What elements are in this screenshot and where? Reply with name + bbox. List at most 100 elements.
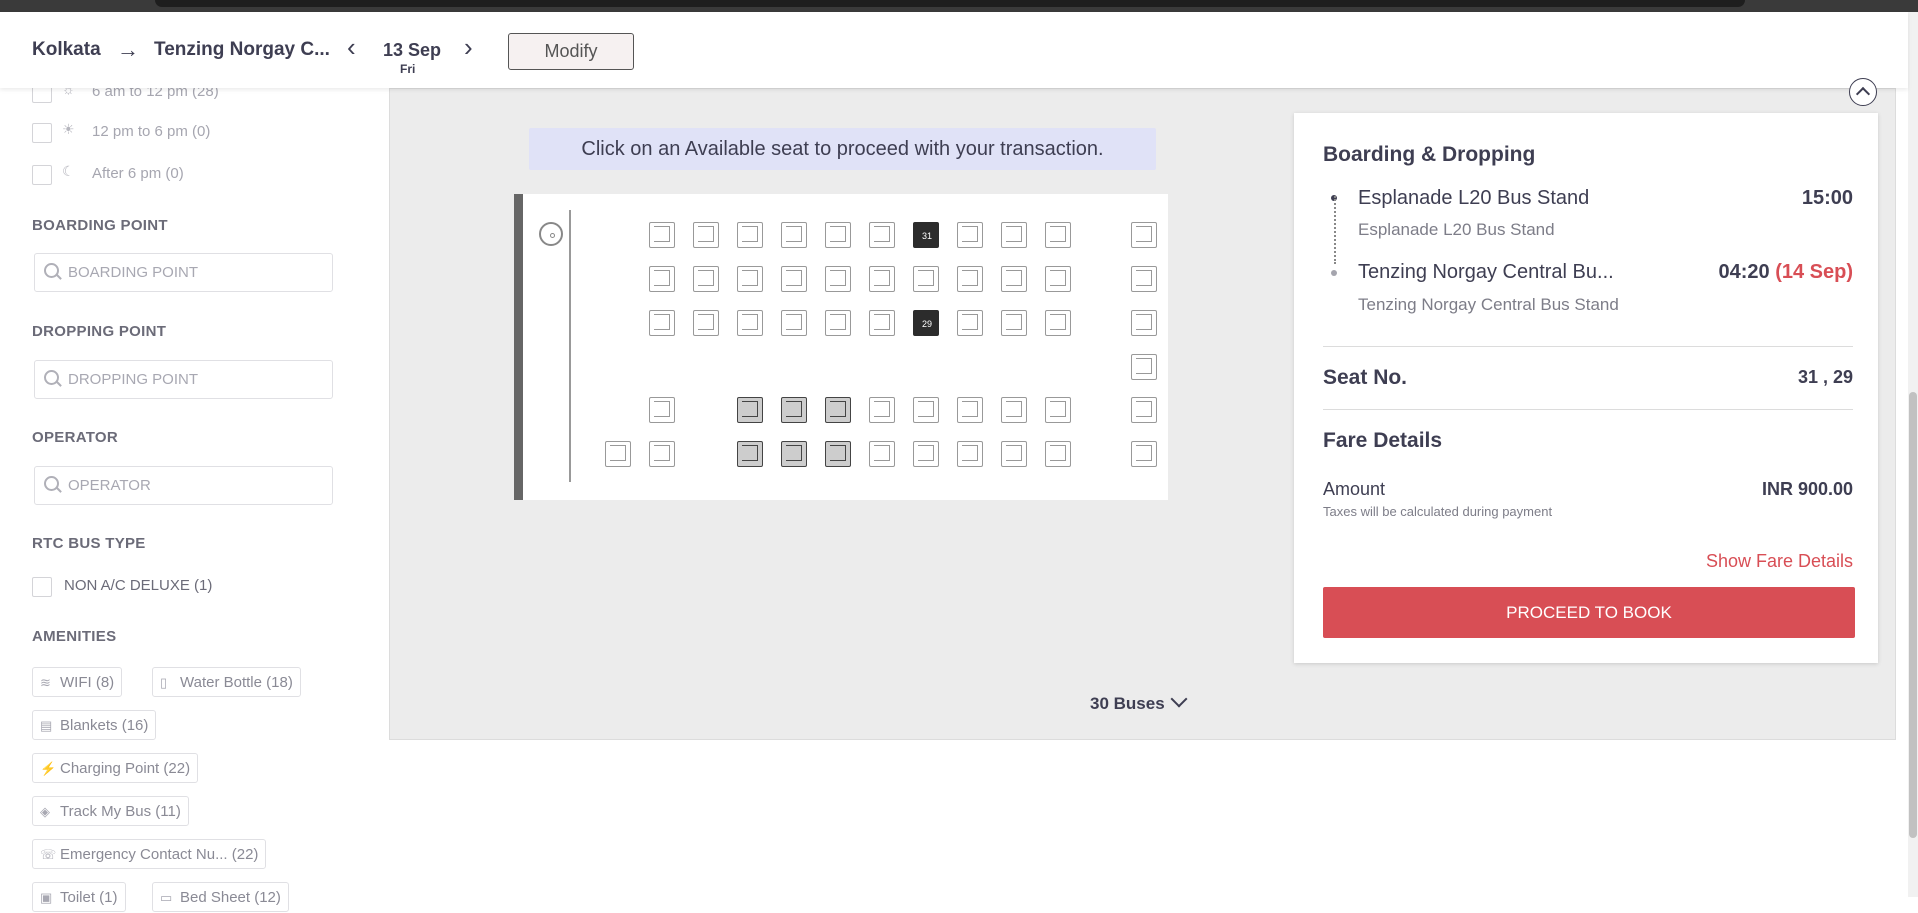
seat-available[interactable] xyxy=(957,222,983,248)
amenity-charging-point[interactable]: ⚡ Charging Point (22) xyxy=(32,753,199,783)
seat-available[interactable] xyxy=(825,222,851,248)
dropping-time: 04:20 xyxy=(1718,261,1770,283)
to-city: Tenzing Norgay C... xyxy=(154,39,330,60)
seat-available[interactable] xyxy=(649,266,675,292)
next-date-button[interactable]: › xyxy=(464,34,473,60)
seat-available[interactable] xyxy=(913,397,939,423)
seat-available[interactable] xyxy=(1045,310,1071,336)
seat-available[interactable] xyxy=(869,441,895,467)
seat-available[interactable] xyxy=(781,310,807,336)
seat-map: 31 29 xyxy=(514,194,1168,500)
amenity-label: Toilet (1) xyxy=(60,889,118,906)
divider xyxy=(1323,409,1853,410)
operator-input[interactable]: OPERATOR xyxy=(34,466,333,505)
seat-available[interactable] xyxy=(1001,441,1027,467)
seat-available[interactable] xyxy=(957,310,983,336)
dropping-point-placeholder: DROPPING POINT xyxy=(68,371,199,388)
seat-available[interactable] xyxy=(1131,310,1157,336)
show-fare-details-link[interactable]: Show Fare Details xyxy=(1706,551,1853,572)
dropping-point-input[interactable]: DROPPING POINT xyxy=(34,360,333,399)
seat-available[interactable] xyxy=(1131,354,1157,380)
steering-wheel-icon xyxy=(539,222,563,246)
search-summary-header: Kolkata → Tenzing Norgay C... ‹ 13 Sep F… xyxy=(0,12,1908,88)
arrow-right-icon: → xyxy=(117,37,139,62)
amenity-toilet[interactable]: ▣ Toilet (1) xyxy=(32,882,126,912)
seat-available[interactable] xyxy=(737,310,763,336)
seat-available[interactable] xyxy=(1001,310,1027,336)
seat-available[interactable] xyxy=(781,266,807,292)
seat-available[interactable] xyxy=(1045,441,1071,467)
dropping-point-title: DROPPING POINT xyxy=(32,323,167,340)
seat-available[interactable] xyxy=(1001,222,1027,248)
seat-available[interactable] xyxy=(649,397,675,423)
browser-top-pill xyxy=(155,0,1745,7)
seat-booked xyxy=(781,397,807,423)
seat-available[interactable] xyxy=(913,266,939,292)
amenity-emergency-contact[interactable]: ☏ Emergency Contact Nu... (22) xyxy=(32,839,267,869)
seat-available[interactable] xyxy=(1045,397,1071,423)
amenity-bed-sheet[interactable]: ▭ Bed Sheet (12) xyxy=(152,882,289,912)
seat-available[interactable] xyxy=(737,222,763,248)
checkbox[interactable] xyxy=(32,165,52,185)
seat-available[interactable] xyxy=(869,222,895,248)
seat-available[interactable] xyxy=(781,222,807,248)
proceed-to-book-button[interactable]: PROCEED TO BOOK xyxy=(1323,587,1855,638)
seat-available[interactable] xyxy=(1131,266,1157,292)
seat-available[interactable] xyxy=(1131,441,1157,467)
seat-selected[interactable]: 29 xyxy=(913,310,939,336)
collapse-button[interactable] xyxy=(1849,78,1877,106)
buses-toggle[interactable]: 30 Buses xyxy=(1090,690,1188,714)
seat-booked xyxy=(737,397,763,423)
seat-available[interactable] xyxy=(649,222,675,248)
seat-booked xyxy=(825,397,851,423)
scrollbar-thumb[interactable] xyxy=(1909,392,1917,838)
amenity-track-my-bus[interactable]: ◈ Track My Bus (11) xyxy=(32,796,189,826)
boarding-dropping-title: Boarding & Dropping xyxy=(1323,143,1536,166)
seat-available[interactable] xyxy=(957,266,983,292)
amenity-wifi[interactable]: ≋ WIFI (8) xyxy=(32,667,123,697)
seat-available[interactable] xyxy=(1001,266,1027,292)
checkbox[interactable] xyxy=(32,577,52,597)
dropping-dot xyxy=(1331,270,1337,276)
filters-sidebar: ☼ 6 am to 12 pm (28) ☀ 12 pm to 6 pm (0)… xyxy=(0,81,380,912)
sun-icon: ☀ xyxy=(62,121,75,137)
seat-available[interactable] xyxy=(693,310,719,336)
seat-available[interactable] xyxy=(693,266,719,292)
seat-number: 31 xyxy=(921,231,932,241)
seat-available[interactable] xyxy=(605,441,631,467)
driver-divider xyxy=(569,210,571,482)
seat-available[interactable] xyxy=(957,441,983,467)
seat-available[interactable] xyxy=(693,222,719,248)
seat-available[interactable] xyxy=(869,310,895,336)
amenity-water-bottle[interactable]: ▯ Water Bottle (18) xyxy=(152,667,301,697)
seat-available[interactable] xyxy=(957,397,983,423)
toilet-icon: ▣ xyxy=(40,890,53,905)
search-icon xyxy=(44,263,59,278)
rtc-bus-type-title: RTC BUS TYPE xyxy=(32,535,146,552)
seat-available[interactable] xyxy=(1045,266,1071,292)
seat-selected[interactable]: 31 xyxy=(913,222,939,248)
amenity-blankets[interactable]: ▤ Blankets (16) xyxy=(32,710,157,740)
seat-available[interactable] xyxy=(825,266,851,292)
seat-available[interactable] xyxy=(1131,222,1157,248)
tracking-icon: ◈ xyxy=(40,804,50,819)
seat-available[interactable] xyxy=(869,266,895,292)
modify-button[interactable]: Modify xyxy=(508,33,634,70)
seat-available[interactable] xyxy=(825,310,851,336)
seat-available[interactable] xyxy=(913,441,939,467)
seat-available[interactable] xyxy=(737,266,763,292)
amenity-label: Blankets (16) xyxy=(60,717,149,734)
journey-day: Fri xyxy=(400,62,416,76)
boarding-point-input[interactable]: BOARDING POINT xyxy=(34,253,333,292)
seat-available[interactable] xyxy=(1131,397,1157,423)
seat-available[interactable] xyxy=(649,441,675,467)
previous-date-button[interactable]: ‹ xyxy=(347,34,356,60)
seat-available[interactable] xyxy=(869,397,895,423)
blanket-icon: ▤ xyxy=(40,718,53,733)
seat-booked xyxy=(781,441,807,467)
checkbox[interactable] xyxy=(32,123,52,143)
seat-available[interactable] xyxy=(1001,397,1027,423)
seat-available[interactable] xyxy=(649,310,675,336)
amenity-label: Bed Sheet (12) xyxy=(180,889,281,906)
seat-available[interactable] xyxy=(1045,222,1071,248)
